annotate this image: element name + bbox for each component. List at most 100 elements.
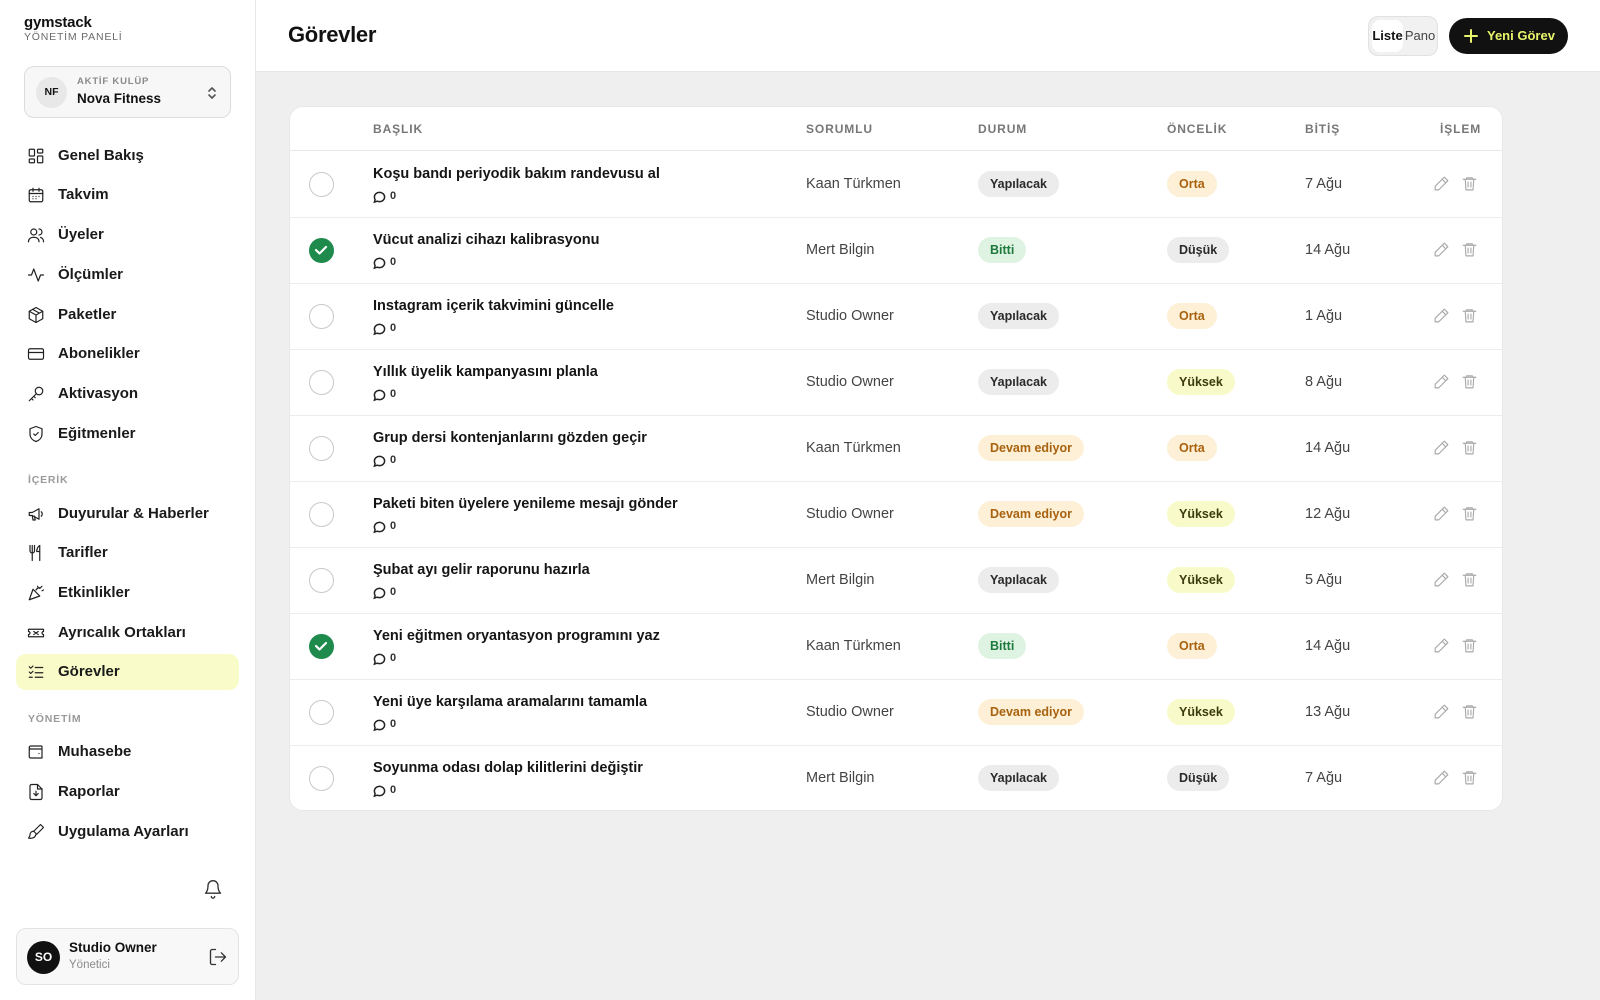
trash-icon[interactable] (1461, 307, 1478, 324)
complete-checkbox[interactable] (309, 238, 334, 263)
complete-checkbox[interactable] (309, 766, 334, 791)
comment-icon (373, 719, 386, 732)
edit-icon[interactable] (1433, 373, 1450, 390)
priority-badge: Orta (1167, 303, 1217, 329)
complete-checkbox[interactable] (309, 568, 334, 593)
trash-icon[interactable] (1461, 241, 1478, 258)
task-title[interactable]: Instagram içerik takvimini güncelle (373, 298, 614, 314)
calendar-icon (27, 186, 45, 204)
task-title[interactable]: Yeni üye karşılama aramalarını tamamla (373, 694, 647, 710)
complete-checkbox[interactable] (309, 700, 334, 725)
comment-count: 0 (390, 784, 397, 796)
new-task-button[interactable]: Yeni Görev (1449, 18, 1568, 54)
sidebar-item-takvim[interactable]: Takvim (16, 177, 239, 213)
sidebar-item-ayricalik-ortaklari[interactable]: Ayrıcalık Ortakları (16, 615, 239, 651)
sidebar-item-label: Eğitmenler (58, 425, 136, 442)
trash-icon[interactable] (1461, 769, 1478, 786)
comment-count: 0 (390, 586, 397, 598)
task-title[interactable]: Soyunma odası dolap kilitlerini değiştir (373, 760, 643, 776)
sidebar-item-label: Uygulama Ayarları (58, 823, 189, 840)
edit-icon[interactable] (1433, 175, 1450, 192)
task-title[interactable]: Paketi biten üyelere yenileme mesajı gön… (373, 496, 678, 512)
table-row: Koşu bandı periyodik bakım randevusu al 0… (290, 152, 1502, 218)
check-icon (314, 245, 328, 255)
edit-icon[interactable] (1433, 703, 1450, 720)
club-switcher[interactable]: NF AKTİF KULÜP Nova Fitness (24, 66, 231, 118)
task-title[interactable]: Yıllık üyelik kampanyasını planla (373, 364, 598, 380)
assignee: Studio Owner (806, 374, 894, 390)
due-date: 7 Ağu (1305, 176, 1343, 192)
table-row: Yeni üye karşılama aramalarını tamamla 0 S… (290, 680, 1502, 746)
assignee: Mert Bilgin (806, 572, 875, 588)
assignee: Kaan Türkmen (806, 440, 901, 456)
complete-checkbox[interactable] (309, 634, 334, 659)
list-checks-icon (27, 663, 45, 681)
trash-icon[interactable] (1461, 373, 1478, 390)
sidebar-item-etkinlikler[interactable]: Etkinlikler (16, 575, 239, 611)
user-card: SO Studio Owner Yönetici (16, 928, 239, 985)
complete-checkbox[interactable] (309, 370, 334, 395)
sidebar-item-paketler[interactable]: Paketler (16, 297, 239, 333)
status-badge: Yapılacak (978, 303, 1059, 329)
sidebar-item-genel-bakis[interactable]: Genel Bakış (16, 138, 239, 174)
complete-checkbox[interactable] (309, 172, 334, 197)
task-title[interactable]: Grup dersi kontenjanlarını gözden geçir (373, 430, 647, 446)
sidebar-item-duyurular[interactable]: Duyurular & Haberler (16, 496, 239, 532)
task-title[interactable]: Koşu bandı periyodik bakım randevusu al (373, 166, 660, 182)
comment-count: 0 (390, 322, 397, 334)
comment-count: 0 (390, 256, 397, 268)
trash-icon[interactable] (1461, 439, 1478, 456)
trash-icon[interactable] (1461, 637, 1478, 654)
assignee: Kaan Türkmen (806, 638, 901, 654)
view-list-button[interactable]: Liste (1372, 20, 1403, 52)
edit-icon[interactable] (1433, 505, 1450, 522)
brand: gymstack YÖNETİM PANELİ (24, 14, 123, 44)
trash-icon[interactable] (1461, 505, 1478, 522)
table-row: Paketi biten üyelere yenileme mesajı gön… (290, 482, 1502, 548)
edit-icon[interactable] (1433, 241, 1450, 258)
sidebar-item-gorevler[interactable]: Görevler (16, 654, 239, 690)
comment-count: 0 (390, 718, 397, 730)
page-title: Görevler (288, 22, 377, 47)
edit-icon[interactable] (1433, 571, 1450, 588)
file-report-icon (27, 783, 45, 801)
task-title[interactable]: Vücut analizi cihazı kalibrasyonu (373, 232, 599, 248)
brand-subtitle: YÖNETİM PANELİ (24, 31, 123, 43)
column-header-assignee: SORUMLU (806, 122, 873, 136)
sidebar-item-tarifler[interactable]: Tarifler (16, 535, 239, 571)
complete-checkbox[interactable] (309, 436, 334, 461)
trash-icon[interactable] (1461, 571, 1478, 588)
edit-icon[interactable] (1433, 307, 1450, 324)
sidebar-item-uyeler[interactable]: Üyeler (16, 217, 239, 253)
sidebar-item-egitmenler[interactable]: Eğitmenler (16, 416, 239, 452)
sidebar-item-label: Raporlar (58, 783, 120, 800)
view-board-button[interactable]: Pano (1403, 20, 1437, 52)
priority-badge: Yüksek (1167, 501, 1235, 527)
sidebar-item-raporlar[interactable]: Raporlar (16, 774, 239, 810)
chevron-up-down-icon (206, 84, 218, 102)
page-header: Görevler Liste Pano Yeni Görev (256, 0, 1600, 72)
wallet-icon (27, 743, 45, 761)
sidebar-item-label: Etkinlikler (58, 584, 130, 601)
sidebar-item-olcumler[interactable]: Ölçümler (16, 257, 239, 293)
edit-icon[interactable] (1433, 637, 1450, 654)
due-date: 12 Ağu (1305, 506, 1351, 522)
comment-icon (373, 785, 386, 798)
sidebar-item-uygulama-ayarlari[interactable]: Uygulama Ayarları (16, 814, 239, 850)
bell-icon[interactable] (203, 879, 223, 899)
edit-icon[interactable] (1433, 439, 1450, 456)
trash-icon[interactable] (1461, 703, 1478, 720)
logout-icon[interactable] (208, 947, 228, 967)
trash-icon[interactable] (1461, 175, 1478, 192)
tasks-table: BAŞLIK SORUMLU DURUM ÖNCELİK BİTİŞ İŞLEM… (289, 106, 1503, 811)
edit-icon[interactable] (1433, 769, 1450, 786)
sidebar-item-muhasebe[interactable]: Muhasebe (16, 734, 239, 770)
task-title[interactable]: Şubat ayı gelir raporunu hazırla (373, 562, 590, 578)
complete-checkbox[interactable] (309, 304, 334, 329)
due-date: 5 Ağu (1305, 572, 1343, 588)
sidebar-item-abonelikler[interactable]: Abonelikler (16, 336, 239, 372)
assignee: Mert Bilgin (806, 770, 875, 786)
complete-checkbox[interactable] (309, 502, 334, 527)
sidebar-item-aktivasyon[interactable]: Aktivasyon (16, 376, 239, 412)
task-title[interactable]: Yeni eğitmen oryantasyon programını yaz (373, 628, 660, 644)
